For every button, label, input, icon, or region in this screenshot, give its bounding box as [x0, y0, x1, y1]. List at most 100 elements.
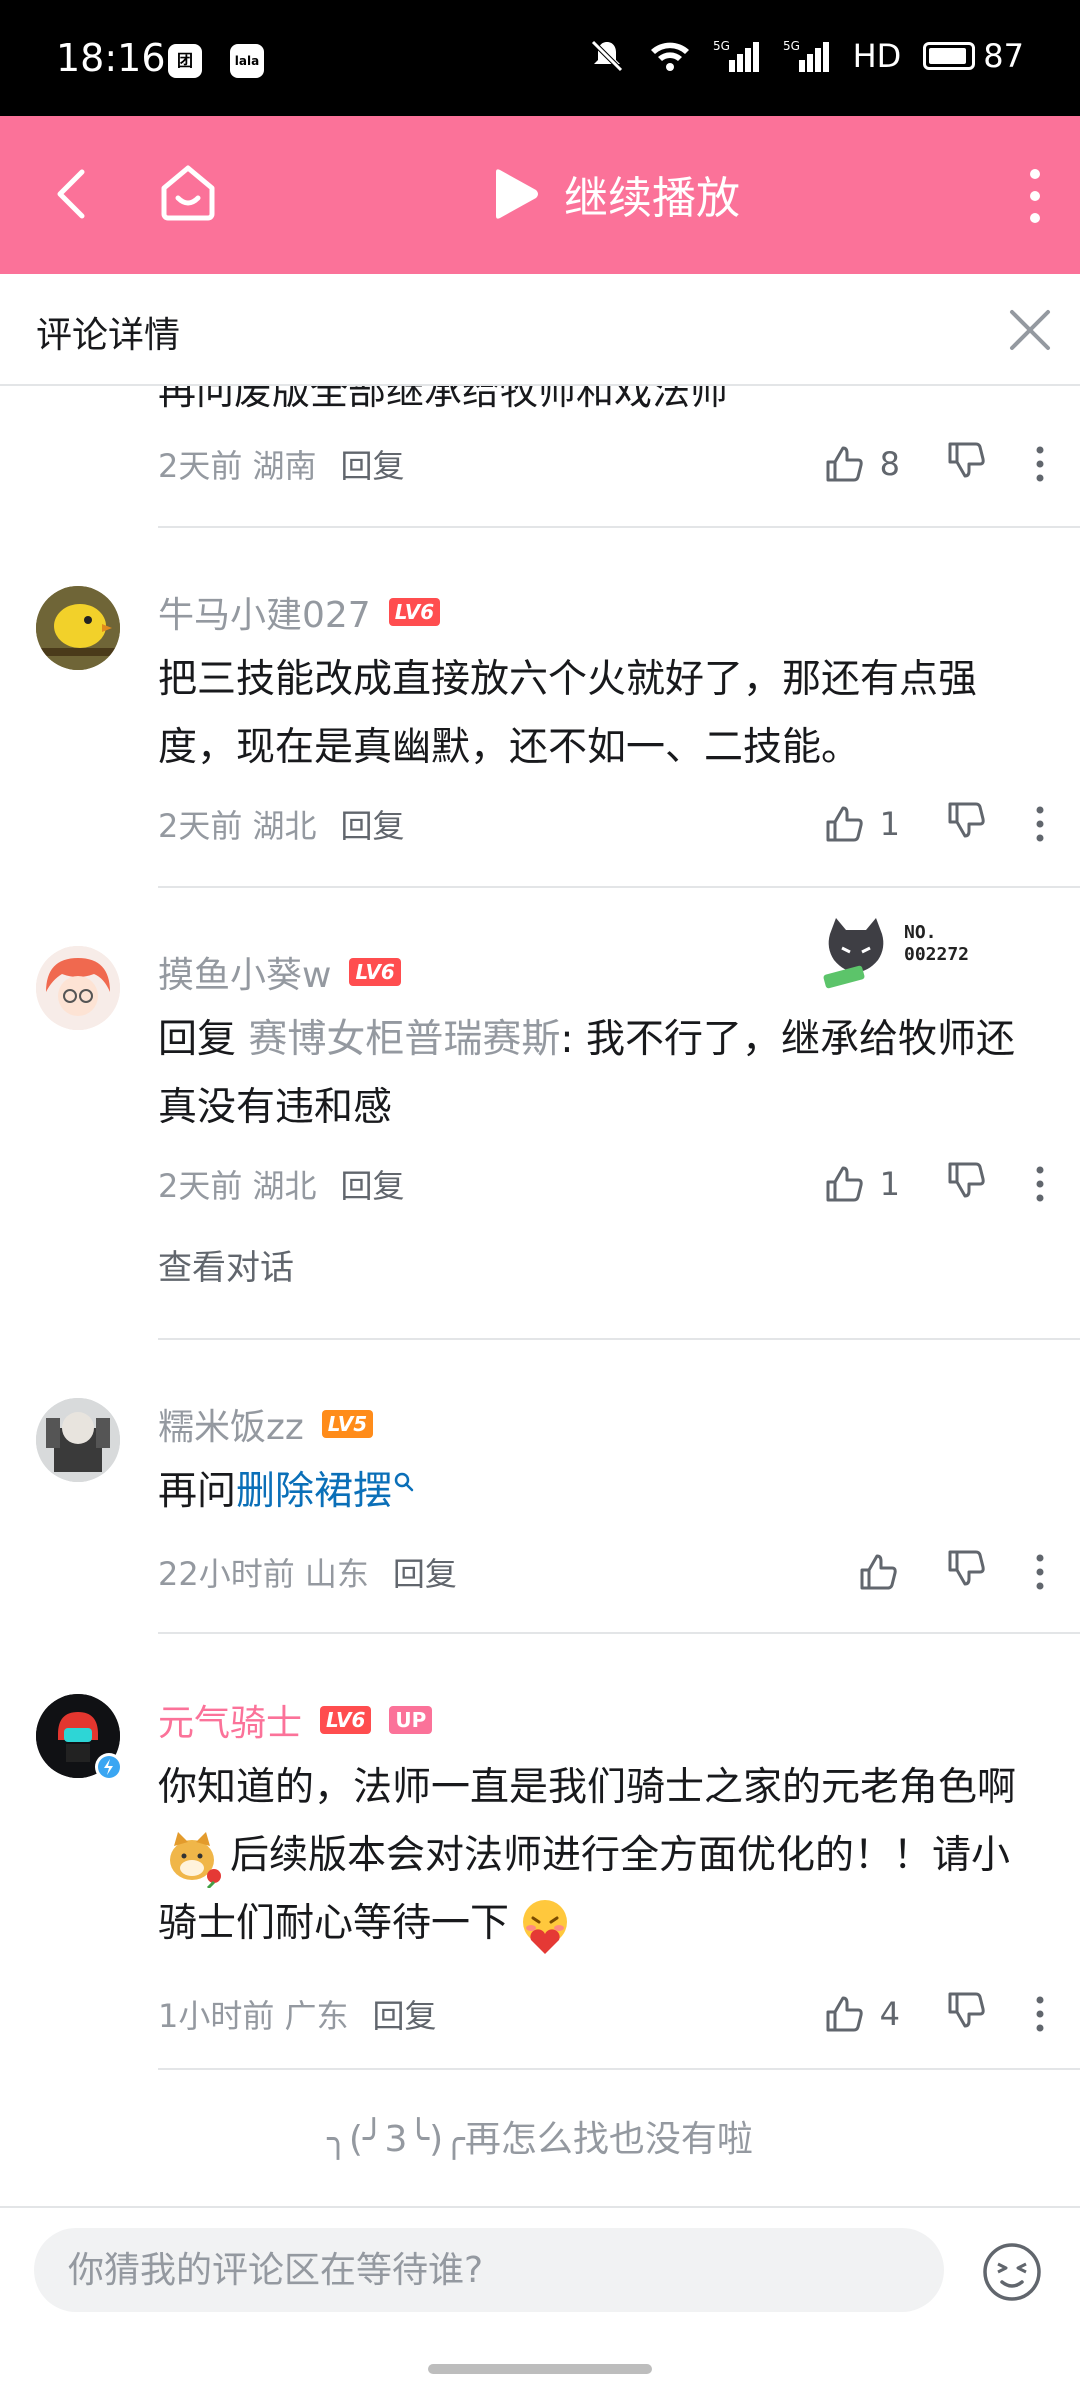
svg-text:5G: 5G: [783, 39, 800, 53]
avatar[interactable]: [36, 1398, 120, 1482]
home-icon[interactable]: [156, 160, 220, 224]
comment-time-location: 22小时前 山东: [158, 1555, 369, 1593]
comment-text-partial: 再问废版全部继承给牧师和戏法师: [158, 386, 729, 413]
thumbs-up-icon: [826, 1166, 863, 1202]
battery-icon: [923, 42, 976, 70]
doge-rose-emoji-icon: [170, 1831, 221, 1889]
wifi-icon: [650, 42, 689, 71]
username[interactable]: 糯米饭zz LV5: [158, 1398, 374, 1450]
comment-text: 再问删除裙摆: [158, 1458, 1048, 1526]
battery-level: 87: [983, 37, 1024, 75]
network-type: HD: [852, 37, 902, 75]
svg-text:5G: 5G: [713, 39, 730, 53]
thumbs-up-icon: [826, 1996, 863, 2032]
bird-avatar-image: [36, 586, 120, 670]
reply-button[interactable]: 回复: [341, 801, 405, 847]
photo-avatar-image: [36, 1398, 120, 1482]
continue-play-button[interactable]: 继续播放: [486, 162, 740, 226]
sheet-title: 评论详情: [36, 315, 181, 356]
comment-actions: 8: [822, 434, 1048, 494]
comment-meta: 22小时前 山东 回复: [158, 1542, 1048, 1602]
comment-time-location: 2天前 湖北: [158, 1167, 317, 1205]
reply-button[interactable]: 回复: [393, 1549, 457, 1595]
signal-5g-icon: 5G: [783, 39, 829, 72]
dislike-button[interactable]: [944, 1988, 988, 2040]
divider: [158, 2068, 1080, 2070]
comment-body: 你知道的，法师一直是我们骑士之家的元老角色啊: [158, 1765, 1017, 1810]
username-text: 牛马小建027: [158, 595, 371, 636]
end-of-list-note: ╮(╯3╰)╭再怎么找也没有啦: [327, 2119, 753, 2160]
like-button[interactable]: 8: [822, 442, 900, 486]
close-icon[interactable]: [1002, 302, 1058, 358]
username-text: 摸鱼小葵w: [158, 955, 332, 996]
reply-target-user[interactable]: 赛博女柜普瑞赛斯: [248, 1017, 560, 1062]
like-count: 1: [879, 1165, 900, 1203]
like-button[interactable]: 1: [822, 802, 900, 846]
more-options-icon[interactable]: [1032, 1992, 1048, 2036]
comment-list[interactable]: 再问废版全部继承给牧师和戏法师 2天前 湖南 回复 8 牛马小建027 LV6 …: [0, 386, 1080, 2206]
thumbs-up-icon: [826, 806, 863, 842]
level-badge: LV6: [388, 598, 441, 626]
status-bar: 18:16 团 lala 5G 5G HD 87: [0, 0, 1080, 116]
cat-badge-icon: [823, 918, 884, 989]
reply-button[interactable]: 回复: [341, 1161, 405, 1207]
comment-text: 回复 赛博女柜普瑞赛斯: 我不行了，继承给牧师还真没有违和感: [158, 1006, 1048, 1142]
battery-indicator: 87: [923, 37, 1024, 75]
like-count: 1: [879, 805, 900, 843]
username[interactable]: 元气骑士 LV6 UP: [158, 1694, 433, 1746]
dislike-button[interactable]: [944, 798, 988, 850]
fan-badge-number: NO. 002272: [904, 922, 970, 965]
verified-icon: [95, 1753, 123, 1781]
like-button[interactable]: 1: [822, 1162, 900, 1206]
reply-prefix: 回复: [158, 1017, 249, 1062]
level-badge: LV6: [320, 1706, 372, 1734]
divider: [158, 1338, 1080, 1340]
anime-avatar-image: [36, 946, 120, 1030]
like-button[interactable]: [856, 1550, 900, 1594]
hug-heart-emoji-icon: [523, 1899, 568, 1954]
back-arrow-icon[interactable]: [44, 164, 104, 224]
level-badge: LV6: [349, 958, 401, 986]
more-vertical-icon[interactable]: [1020, 166, 1050, 226]
view-conversation-link[interactable]: 查看对话: [158, 1240, 294, 1289]
thumbs-up-icon: [826, 446, 863, 482]
comment-meta: 2天前 湖北 回复 1: [158, 1154, 1048, 1214]
thumbs-down-icon: [948, 802, 985, 838]
divider: [158, 526, 1080, 528]
more-options-icon[interactable]: [1032, 1550, 1048, 1594]
dislike-button[interactable]: [944, 1158, 988, 1210]
more-options-icon[interactable]: [1032, 442, 1048, 486]
play-icon: [496, 169, 538, 219]
thumbs-down-icon: [948, 1550, 985, 1586]
home-indicator[interactable]: [428, 2364, 652, 2374]
more-options-icon[interactable]: [1032, 802, 1048, 846]
thumbs-down-icon: [948, 1992, 985, 2028]
level-badge: LV5: [321, 1410, 374, 1438]
status-time: 18:16: [56, 36, 166, 80]
avatar[interactable]: [36, 1694, 123, 1781]
divider: [158, 1632, 1080, 1634]
dislike-button[interactable]: [944, 1546, 988, 1598]
comment-text: 你知道的，法师一直是我们骑士之家的元老角色啊后续版本会对法师进行全方面优化的！！…: [158, 1754, 1048, 1958]
comment-time-location: 2天前 湖南: [158, 447, 317, 485]
comment-actions: 1: [822, 1154, 1048, 1214]
like-button[interactable]: 4: [822, 1992, 900, 2036]
more-options-icon[interactable]: [1032, 1162, 1048, 1206]
dislike-button[interactable]: [944, 438, 988, 490]
avatar[interactable]: [36, 946, 120, 1030]
fan-badge[interactable]: NO. 002272: [820, 914, 1000, 990]
reply-button[interactable]: 回复: [341, 441, 405, 487]
status-right: 5G 5G HD 87: [587, 36, 1024, 76]
comment-detail-header: 评论详情: [0, 274, 1080, 386]
comment-meta: 1小时前 广东 回复 4: [158, 1984, 1048, 2044]
search-icon: [394, 1472, 414, 1492]
avatar[interactable]: [36, 586, 120, 670]
search-keyword-link[interactable]: 删除裙摆: [236, 1469, 392, 1514]
comment-meta: 2天前 湖北 回复 1: [158, 794, 1048, 854]
username[interactable]: 牛马小建027 LV6: [158, 586, 441, 638]
username[interactable]: 摸鱼小葵w LV6: [158, 946, 401, 998]
reply-button[interactable]: 回复: [373, 1991, 437, 2037]
emoji-icon[interactable]: [980, 2240, 1044, 2304]
username-text: 糯米饭zz: [158, 1407, 304, 1448]
comment-input[interactable]: [34, 2228, 944, 2312]
